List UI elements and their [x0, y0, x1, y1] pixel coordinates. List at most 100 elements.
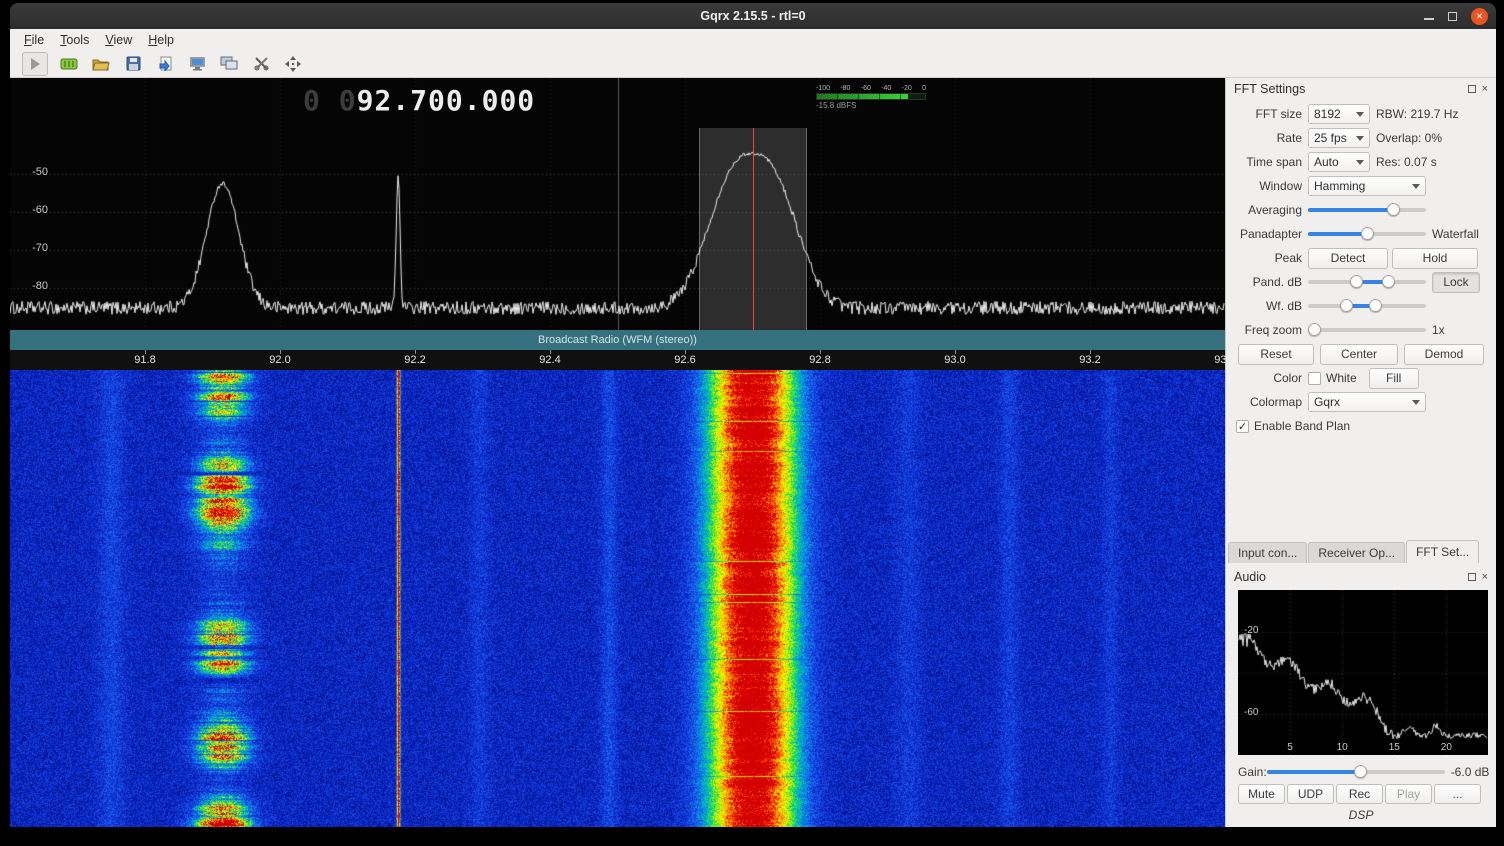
averaging-slider[interactable]: [1308, 200, 1426, 220]
rbw-text: RBW: 219.7 Hz: [1376, 107, 1458, 121]
slider-handle[interactable]: [1308, 323, 1321, 336]
close-icon[interactable]: ×: [1471, 8, 1488, 25]
meter-scale-label: -100: [816, 85, 830, 92]
audio-gain-slider[interactable]: [1267, 762, 1445, 782]
chevron-down-icon: [1356, 136, 1364, 141]
gain-value: -6.0 dB: [1451, 765, 1490, 779]
white-checkbox[interactable]: [1308, 372, 1321, 385]
window-label: Window: [1230, 179, 1308, 193]
frequency-display[interactable]: 0 092.700.000: [303, 84, 535, 117]
tab-input-con-[interactable]: Input con...: [1228, 542, 1307, 563]
desktop: Gqrx 2.15.5 - rtl=0 × FileToolsViewHelp: [0, 0, 1504, 846]
fft-plot-canvas[interactable]: [10, 78, 1225, 330]
window-select[interactable]: Hamming: [1308, 176, 1426, 196]
fullscreen-button[interactable]: [282, 53, 304, 75]
colormap-select[interactable]: Gqrx: [1308, 392, 1426, 412]
fft-db-label: -50: [18, 166, 48, 178]
rate-label: Rate: [1230, 131, 1308, 145]
udp-button[interactable]: UDP: [1287, 784, 1334, 804]
chevron-down-icon: [1356, 112, 1364, 117]
fft-db-label: -80: [18, 280, 48, 292]
save-settings-button[interactable]: [122, 53, 144, 75]
menu-tools[interactable]: Tools: [52, 33, 97, 47]
dock-float-icon[interactable]: [1468, 85, 1476, 93]
dock-float-icon[interactable]: [1468, 573, 1476, 581]
reset-button[interactable]: Reset: [1238, 344, 1314, 365]
band-plan-bar[interactable]: Broadcast Radio (WFM (stereo)): [10, 330, 1225, 350]
freq-tick-label: 92.6: [663, 354, 707, 366]
enable-band-plan-checkbox[interactable]: ✓: [1236, 420, 1249, 433]
tab-fft-set-[interactable]: FFT Set...: [1406, 540, 1479, 563]
db-lock-button[interactable]: Lock: [1432, 272, 1480, 293]
fft-size-label: FFT size: [1230, 107, 1308, 121]
slider-handle[interactable]: [1361, 227, 1374, 240]
rate-value: 25 fps: [1314, 131, 1347, 145]
more-button[interactable]: ...: [1434, 784, 1481, 804]
pand-db-label: Pand. dB: [1230, 275, 1308, 289]
open-settings-button[interactable]: [90, 53, 112, 75]
io-config-button[interactable]: [250, 53, 272, 75]
peak-hold-button[interactable]: Hold: [1392, 248, 1478, 269]
remote-display-icon: [189, 56, 206, 71]
peak-detect-button[interactable]: Detect: [1308, 248, 1388, 269]
io-config-icon: [254, 56, 269, 71]
audio-freq-label: 20: [1436, 742, 1456, 753]
frequency-scale[interactable]: 91.892.092.292.492.692.893.093.293.4: [10, 350, 1225, 370]
remote-control-button[interactable]: [186, 53, 208, 75]
slider-handle[interactable]: [1354, 765, 1367, 778]
play-button[interactable]: Play: [1385, 784, 1432, 804]
fft-size-value: 8192: [1314, 107, 1341, 121]
minimize-icon[interactable]: [1424, 18, 1434, 20]
slider-handle[interactable]: [1350, 275, 1363, 288]
menu-file[interactable]: File: [16, 33, 52, 47]
pandapter-db-range-slider[interactable]: [1308, 272, 1426, 292]
audio-db-label: -20: [1244, 625, 1258, 636]
dock-close-icon[interactable]: ×: [1482, 84, 1488, 95]
menu-view[interactable]: View: [97, 33, 140, 47]
gqrx-window: Gqrx 2.15.5 - rtl=0 × FileToolsViewHelp: [10, 3, 1496, 838]
waterfall-label: Waterfall: [1432, 227, 1479, 241]
dual-display-button[interactable]: [218, 53, 240, 75]
dock-close-icon[interactable]: ×: [1482, 572, 1488, 583]
freq-tick-label: 93.4: [1203, 354, 1225, 366]
slider-handle[interactable]: [1382, 275, 1395, 288]
tab-receiver-op-[interactable]: Receiver Op...: [1308, 542, 1405, 563]
slider-fill: [1308, 208, 1393, 212]
slider-groove: [1308, 328, 1426, 332]
fft-size-select[interactable]: 8192: [1308, 104, 1370, 124]
fill-button[interactable]: Fill: [1369, 368, 1419, 389]
waterfall-db-range-slider[interactable]: [1308, 296, 1426, 316]
panadapter-split-slider[interactable]: [1308, 224, 1426, 244]
timespan-select[interactable]: Auto: [1308, 152, 1370, 172]
center-button[interactable]: Center: [1320, 344, 1398, 365]
waterfall-canvas[interactable]: [10, 370, 1225, 827]
rate-select[interactable]: 25 fps: [1308, 128, 1370, 148]
sdr-device-button[interactable]: [58, 53, 80, 75]
demod-button[interactable]: Demod: [1404, 344, 1484, 365]
res-text: Res: 0.07 s: [1376, 155, 1437, 169]
meter-ticks: [817, 94, 925, 99]
maximize-icon[interactable]: [1448, 12, 1457, 21]
audio-header: Audio ×: [1226, 566, 1496, 588]
audio-freq-label: 10: [1332, 742, 1352, 753]
freq-zoom-slider[interactable]: [1308, 320, 1426, 340]
slider-handle[interactable]: [1387, 203, 1400, 216]
freq-tick-label: 92.8: [798, 354, 842, 366]
titlebar[interactable]: Gqrx 2.15.5 - rtl=0 ×: [10, 3, 1496, 29]
rec-button[interactable]: Rec: [1336, 784, 1383, 804]
toolbar: [10, 50, 1496, 78]
frequency-dim-digits: 0 0: [303, 84, 357, 117]
slider-handle[interactable]: [1340, 299, 1353, 312]
audio-buttons: MuteUDPRecPlay...: [1238, 784, 1486, 804]
slider-handle[interactable]: [1369, 299, 1382, 312]
load-bookmarks-button[interactable]: [154, 53, 176, 75]
audio-db-label: -60: [1244, 707, 1258, 718]
start-dsp-button[interactable]: [22, 52, 48, 76]
menu-help[interactable]: Help: [140, 33, 182, 47]
freq-tick-label: 93.2: [1068, 354, 1112, 366]
tuning-line[interactable]: [753, 128, 754, 350]
chevron-down-icon: [1412, 400, 1420, 405]
mute-button[interactable]: Mute: [1238, 784, 1285, 804]
colormap-value: Gqrx: [1314, 395, 1340, 409]
menubar: FileToolsViewHelp: [10, 29, 1496, 50]
